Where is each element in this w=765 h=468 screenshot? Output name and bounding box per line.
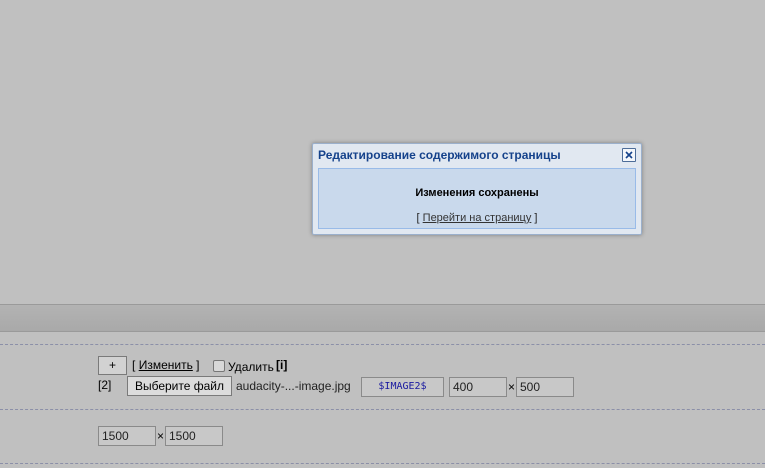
divider-dashed bbox=[0, 409, 765, 410]
image-form-area bbox=[0, 332, 765, 468]
bracket-open: [ bbox=[132, 358, 136, 372]
max-height-input[interactable]: 1500 bbox=[165, 426, 223, 446]
width-input[interactable]: 400 bbox=[449, 377, 507, 397]
goto-page-line: [ Перейти на страницу ] bbox=[319, 212, 635, 224]
delete-label: Удалить bbox=[228, 360, 274, 374]
height-input[interactable]: 500 bbox=[516, 377, 574, 397]
choose-file-button[interactable]: Выберите файл bbox=[127, 376, 232, 396]
dialog-header: Редактирование содержимого страницы bbox=[313, 144, 641, 166]
toolbar-strip bbox=[0, 304, 765, 332]
times-sign: × bbox=[157, 429, 165, 443]
saved-message: Изменения сохранены bbox=[415, 187, 539, 199]
info-link[interactable]: [i] bbox=[276, 358, 287, 372]
add-image-button[interactable]: + bbox=[98, 356, 127, 375]
divider-dashed bbox=[0, 463, 765, 464]
bracket-close: ] bbox=[196, 358, 200, 372]
bracket-close: ] bbox=[534, 212, 538, 224]
edit-link[interactable]: Изменить bbox=[139, 358, 193, 372]
max-width-input[interactable]: 1500 bbox=[98, 426, 156, 446]
goto-page-link[interactable]: Перейти на страницу bbox=[423, 212, 532, 224]
close-icon bbox=[625, 151, 633, 159]
edit-group: [ Изменить ] bbox=[132, 358, 200, 372]
times-sign: × bbox=[508, 380, 516, 394]
divider-dashed bbox=[0, 344, 765, 345]
close-button[interactable] bbox=[622, 148, 636, 162]
dialog-body: Изменения сохранены [ Перейти на страниц… bbox=[318, 168, 636, 229]
image-index: [2] bbox=[98, 378, 112, 392]
image-code-field[interactable]: $IMAGE2$ bbox=[361, 377, 444, 397]
bracket-open: [ bbox=[416, 212, 420, 224]
saved-dialog: Редактирование содержимого страницы Изме… bbox=[312, 143, 642, 235]
file-name: audacity-...-image.jpg bbox=[236, 379, 351, 393]
delete-checkbox[interactable] bbox=[213, 360, 225, 372]
dialog-title: Редактирование содержимого страницы bbox=[318, 148, 561, 162]
